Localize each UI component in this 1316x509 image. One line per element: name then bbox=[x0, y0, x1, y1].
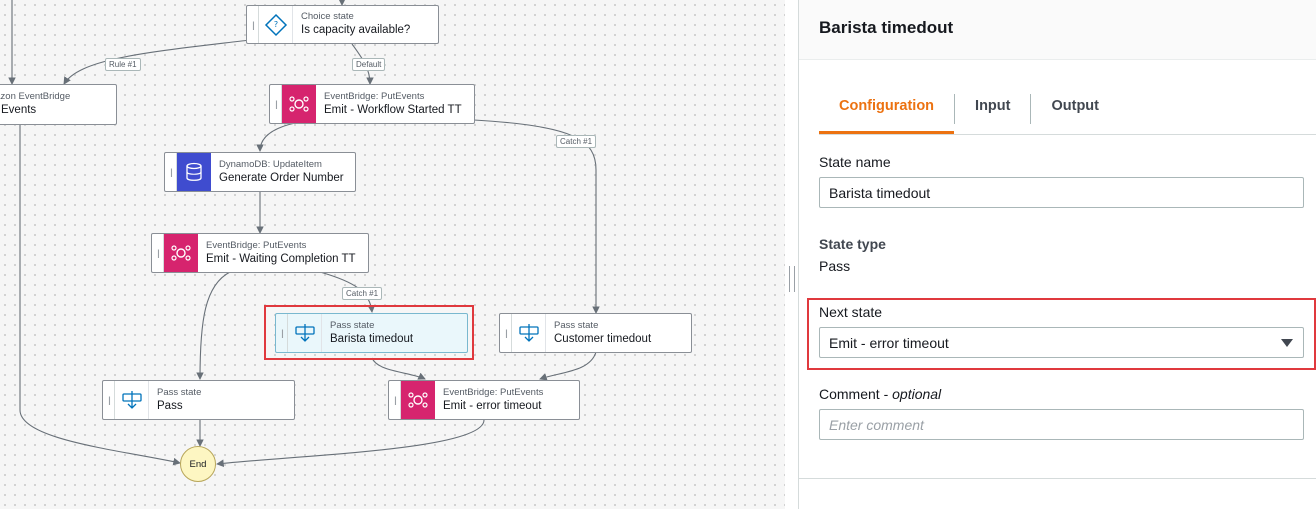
state-name-label: State name bbox=[819, 154, 891, 170]
edge-started-catch bbox=[473, 119, 600, 314]
edge-label-default: Default bbox=[352, 58, 386, 71]
panel-resize-splitter[interactable] bbox=[785, 0, 799, 509]
comment-optional-text: optional bbox=[892, 386, 942, 402]
node-type-label: Amazon EventBridge bbox=[0, 91, 71, 103]
state-node-emit-waiting[interactable]: || EventBridge: PutEvents Emit - Waiting… bbox=[151, 233, 369, 273]
node-type-label: Pass state bbox=[554, 319, 599, 331]
node-name-label: Emit - error timeout bbox=[443, 399, 542, 412]
drag-handle-icon[interactable]: || bbox=[165, 153, 177, 191]
node-name-label: Pass bbox=[157, 399, 183, 412]
edge-barista-error bbox=[371, 357, 426, 380]
eventbridge-icon bbox=[282, 85, 316, 123]
choice-diamond-icon: ? bbox=[259, 6, 293, 43]
state-node-emit-error[interactable]: || EventBridge: PutEvents Emit - error t… bbox=[388, 380, 580, 420]
state-node-customer-timeout[interactable]: || Pass state Customer timedout bbox=[499, 313, 692, 353]
node-name-label: Barista timedout bbox=[330, 332, 414, 345]
drag-handle-icon[interactable]: || bbox=[103, 381, 115, 419]
drag-handle-icon[interactable]: || bbox=[270, 85, 282, 123]
node-type-label: DynamoDB: UpdateItem bbox=[219, 158, 322, 170]
comment-label: Comment - optional bbox=[819, 386, 941, 402]
node-type-label: Pass state bbox=[157, 386, 202, 398]
resize-handle-icon[interactable] bbox=[789, 266, 795, 292]
tab-configuration[interactable]: Configuration bbox=[819, 87, 955, 134]
state-node-generate-order[interactable]: || DynamoDB: UpdateItem Generate Order N… bbox=[164, 152, 356, 192]
panel-tabs: Configuration Input Output bbox=[819, 87, 1316, 135]
pass-state-icon bbox=[512, 314, 546, 352]
workflow-edges bbox=[8, 0, 600, 468]
comment-label-text: Comment - bbox=[819, 386, 893, 402]
state-node-barista-timeout[interactable]: || Pass state Barista timedout bbox=[275, 313, 468, 353]
state-type-label: State type bbox=[819, 236, 886, 252]
state-name-input[interactable] bbox=[819, 177, 1304, 208]
comment-input[interactable] bbox=[819, 409, 1304, 440]
edge-waiting-pass bbox=[196, 271, 231, 380]
eventbridge-icon bbox=[164, 234, 198, 272]
node-name-label: Generate Order Number bbox=[219, 171, 344, 184]
edge-label-rule1: Rule #1 bbox=[105, 58, 141, 71]
drag-handle-icon[interactable]: || bbox=[389, 381, 401, 419]
dynamodb-icon bbox=[177, 153, 211, 191]
state-node-eventbridge[interactable]: Amazon EventBridge Events bbox=[0, 84, 117, 125]
node-name-label: Emit - Waiting Completion TT bbox=[206, 252, 356, 265]
drag-handle-icon[interactable]: || bbox=[276, 314, 288, 352]
next-state-select[interactable]: Emit - error timeout bbox=[819, 327, 1304, 358]
state-node-choice[interactable]: || ? Choice state Is capacity available? bbox=[246, 5, 439, 44]
state-node-pass[interactable]: || Pass state Pass bbox=[102, 380, 295, 420]
node-type-label: EventBridge: PutEvents bbox=[443, 386, 544, 398]
caret-down-icon bbox=[1281, 339, 1293, 347]
next-state-selected-value: Emit - error timeout bbox=[829, 335, 949, 351]
tab-input[interactable]: Input bbox=[955, 87, 1030, 134]
end-node[interactable]: End bbox=[180, 446, 216, 482]
inspector-panel: Barista timedout Configuration Input Out… bbox=[799, 0, 1316, 509]
state-node-emit-started[interactable]: || EventBridge: PutEvents Emit - Workflo… bbox=[269, 84, 475, 124]
node-name-label: Events bbox=[1, 104, 37, 117]
node-type-label: EventBridge: PutEvents bbox=[206, 239, 307, 251]
next-state-label: Next state bbox=[819, 304, 883, 320]
eventbridge-icon bbox=[401, 381, 435, 419]
node-type-label: Choice state bbox=[301, 11, 354, 23]
node-name-label: Is capacity available? bbox=[301, 24, 411, 37]
state-type-value: Pass bbox=[819, 258, 851, 274]
pass-state-icon bbox=[115, 381, 149, 419]
edge-error-end bbox=[216, 419, 485, 468]
edge-label-catch1: Catch #1 bbox=[342, 287, 383, 300]
tab-output[interactable]: Output bbox=[1031, 87, 1119, 134]
workflow-canvas[interactable]: Rule #1 Default Catch #1 Catch #1 || ? C… bbox=[0, 0, 785, 509]
drag-handle-icon[interactable]: || bbox=[247, 6, 259, 43]
edge-choice-rule1 bbox=[63, 39, 251, 85]
svg-text:?: ? bbox=[273, 20, 277, 29]
node-type-label: Pass state bbox=[330, 319, 375, 331]
drag-handle-icon[interactable]: || bbox=[500, 314, 512, 352]
drag-handle-icon[interactable]: || bbox=[152, 234, 164, 272]
panel-header: Barista timedout bbox=[799, 0, 1316, 60]
panel-divider bbox=[799, 478, 1316, 479]
pass-state-icon bbox=[288, 314, 322, 352]
panel-title: Barista timedout bbox=[819, 18, 954, 37]
node-name-label: Emit - Workflow Started TT bbox=[324, 103, 462, 116]
node-name-label: Customer timedout bbox=[554, 332, 652, 345]
node-type-label: EventBridge: PutEvents bbox=[324, 90, 425, 102]
edge-label-catch1: Catch #1 bbox=[556, 135, 597, 148]
edge-started-generate bbox=[256, 121, 301, 152]
edge-customer-error bbox=[539, 351, 597, 381]
